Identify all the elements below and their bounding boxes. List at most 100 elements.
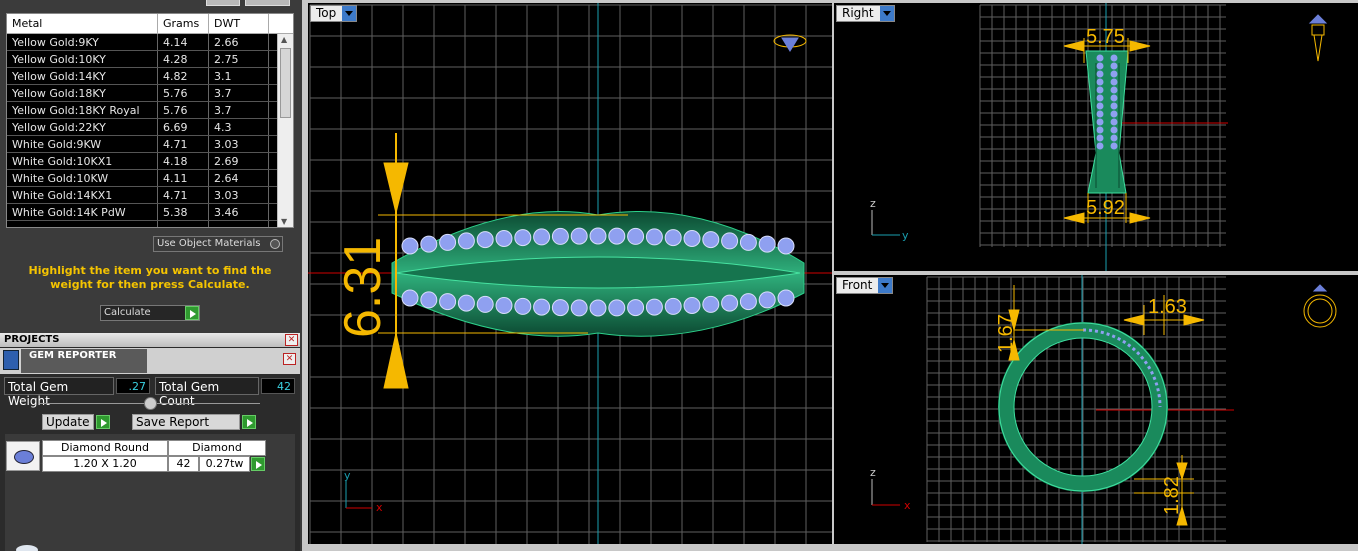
gem-stone	[683, 297, 701, 314]
gem-stone	[777, 289, 795, 307]
gem-reporter-tab[interactable]: GEM REPORTER	[21, 349, 147, 373]
use-object-materials-toggle[interactable]: Use Object Materials	[153, 236, 283, 252]
axis-widget-front: z x	[870, 466, 911, 512]
gem-stone	[1096, 78, 1104, 86]
chevron-down-icon[interactable]	[879, 6, 894, 21]
viewport-right-menu[interactable]: Right	[836, 5, 895, 22]
calculate-label: Calculate	[104, 307, 151, 318]
gem-stone	[570, 299, 588, 317]
dwt-cell: 3.03	[209, 136, 269, 152]
status-orb[interactable]	[16, 545, 38, 551]
gem-size[interactable]: 1.20 X 1.20	[42, 456, 168, 472]
gem-stone	[1110, 94, 1118, 102]
viewport-right-label: Right	[842, 6, 874, 20]
gem-stone	[1110, 86, 1118, 94]
grams-cell: 4.14	[158, 34, 209, 50]
header-stub-2[interactable]	[245, 0, 290, 6]
gem-stone	[420, 291, 438, 309]
table-row[interactable]: White Gold:14KX1 4.71 3.03	[7, 187, 293, 204]
viewport-front-menu[interactable]: Front	[836, 277, 894, 294]
gem-stone	[476, 295, 494, 313]
table-row[interactable]: Yellow Gold:22KY 6.69 4.3	[7, 119, 293, 136]
axis-z-label: z	[870, 466, 876, 479]
gem-stone	[495, 230, 513, 247]
axis-z-label: z	[870, 197, 876, 210]
table-row[interactable]: White Gold:10KW 4.11 2.64	[7, 170, 293, 187]
metal-name-cell: Yellow Gold:10KY	[7, 51, 158, 67]
chevron-down-icon[interactable]	[878, 278, 893, 293]
column-header-grams[interactable]: Grams	[158, 14, 209, 33]
update-go-icon[interactable]	[96, 415, 110, 429]
gem-stone	[1096, 142, 1104, 150]
gem-stone	[683, 230, 701, 247]
gem-stone	[589, 299, 607, 317]
metal-weight-panel: Metal Grams DWT Yellow Gold:9KY 4.14 2.66 Y…	[0, 0, 300, 333]
table-row[interactable]: White Gold:14K PdW 5.38 3.46	[7, 204, 293, 221]
axis-widget-top: y x	[344, 469, 383, 514]
gem-reporter-header: GEM REPORTER ✕	[0, 348, 300, 374]
close-gem-reporter-icon[interactable]: ✕	[283, 353, 296, 365]
scrollbar-thumb[interactable]	[280, 48, 291, 118]
viewport-right[interactable]: 5.75 5.92 z y Right	[834, 3, 1358, 271]
scroll-down-icon[interactable]: ▼	[281, 217, 287, 226]
table-row[interactable]: Yellow Gold:9KY 4.14 2.66	[7, 34, 293, 51]
total-gem-count-value: 42	[261, 378, 295, 394]
table-row[interactable]: Yellow Gold:18KY 5.76 3.7	[7, 85, 293, 102]
gem-count[interactable]: 42	[168, 456, 199, 472]
metal-table-body: Yellow Gold:9KY 4.14 2.66 Yellow Gold:10KY 4…	[7, 34, 293, 221]
viewport-front[interactable]: 1.67 1.63 1.82 z x Front	[834, 275, 1358, 544]
axis-x-label: x	[376, 501, 383, 514]
calculate-button[interactable]	[185, 306, 199, 320]
table-row[interactable]: Yellow Gold:18KY Royal 5.76 3.7	[7, 102, 293, 119]
gem-stone	[627, 227, 645, 245]
grams-cell: 4.71	[158, 187, 209, 203]
gem-row-go-icon[interactable]	[251, 457, 265, 471]
grams-cell: 4.18	[158, 153, 209, 169]
update-label: Update	[46, 415, 90, 429]
gem-stone	[702, 295, 720, 313]
dwt-cell: 3.46	[209, 204, 269, 220]
table-row[interactable]: Yellow Gold:10KY 4.28 2.75	[7, 51, 293, 68]
close-projects-icon[interactable]: ✕	[285, 334, 298, 346]
gem-stone	[476, 231, 494, 249]
table-row[interactable]: White Gold:10KX1 4.18 2.69	[7, 153, 293, 170]
viewport-area: 6.31 y x Top 5.75 5.92 z y Right 1.67 1.…	[302, 0, 1358, 551]
column-header-dwt[interactable]: DWT	[209, 14, 269, 33]
splitter-handle[interactable]	[144, 397, 157, 410]
table-row[interactable]: White Gold:9KW 4.71 3.03	[7, 136, 293, 153]
metal-name-cell: White Gold:10KX1	[7, 153, 158, 169]
gem-weight[interactable]: 0.27tw	[199, 456, 250, 472]
metal-name-cell: White Gold:14KX1	[7, 187, 158, 203]
update-button[interactable]: Update	[42, 414, 94, 430]
dwt-cell: 3.03	[209, 187, 269, 203]
viewport-top-menu[interactable]: Top	[310, 5, 358, 22]
gem-stone	[721, 294, 739, 312]
chevron-down-icon[interactable]	[342, 6, 357, 21]
gem-type[interactable]: Diamond	[168, 440, 266, 456]
dwt-cell: 3.7	[209, 102, 269, 118]
radio-icon[interactable]	[270, 239, 280, 249]
gem-stone	[533, 298, 551, 316]
gem-stone	[589, 227, 607, 245]
dim-left-text: 1.67	[995, 314, 1017, 353]
axis-y-label: y	[902, 229, 909, 242]
axis-x-label: x	[904, 499, 911, 512]
gem-stone	[1096, 54, 1104, 62]
grams-cell: 4.71	[158, 136, 209, 152]
gem-name[interactable]: Diamond Round	[42, 440, 168, 456]
save-report-go-icon[interactable]	[242, 415, 256, 429]
gem-stone	[721, 232, 739, 250]
gem-stone	[758, 291, 776, 309]
column-header-metal[interactable]: Metal	[7, 14, 158, 33]
table-row[interactable]: Yellow Gold:14KY 4.82 3.1	[7, 68, 293, 85]
gem-stone	[1096, 102, 1104, 110]
metal-table-scrollbar[interactable]: ▲ ▼	[277, 34, 293, 227]
projects-bar: PROJECTS	[0, 333, 300, 347]
viewport-top[interactable]: 6.31 y x Top	[308, 3, 832, 544]
header-stub-1[interactable]	[206, 0, 240, 6]
grams-cell: 4.11	[158, 170, 209, 186]
gem-stone	[645, 228, 663, 246]
grams-cell: 5.76	[158, 102, 209, 118]
save-report-button[interactable]: Save Report	[132, 414, 240, 430]
scroll-up-icon[interactable]: ▲	[281, 35, 287, 44]
